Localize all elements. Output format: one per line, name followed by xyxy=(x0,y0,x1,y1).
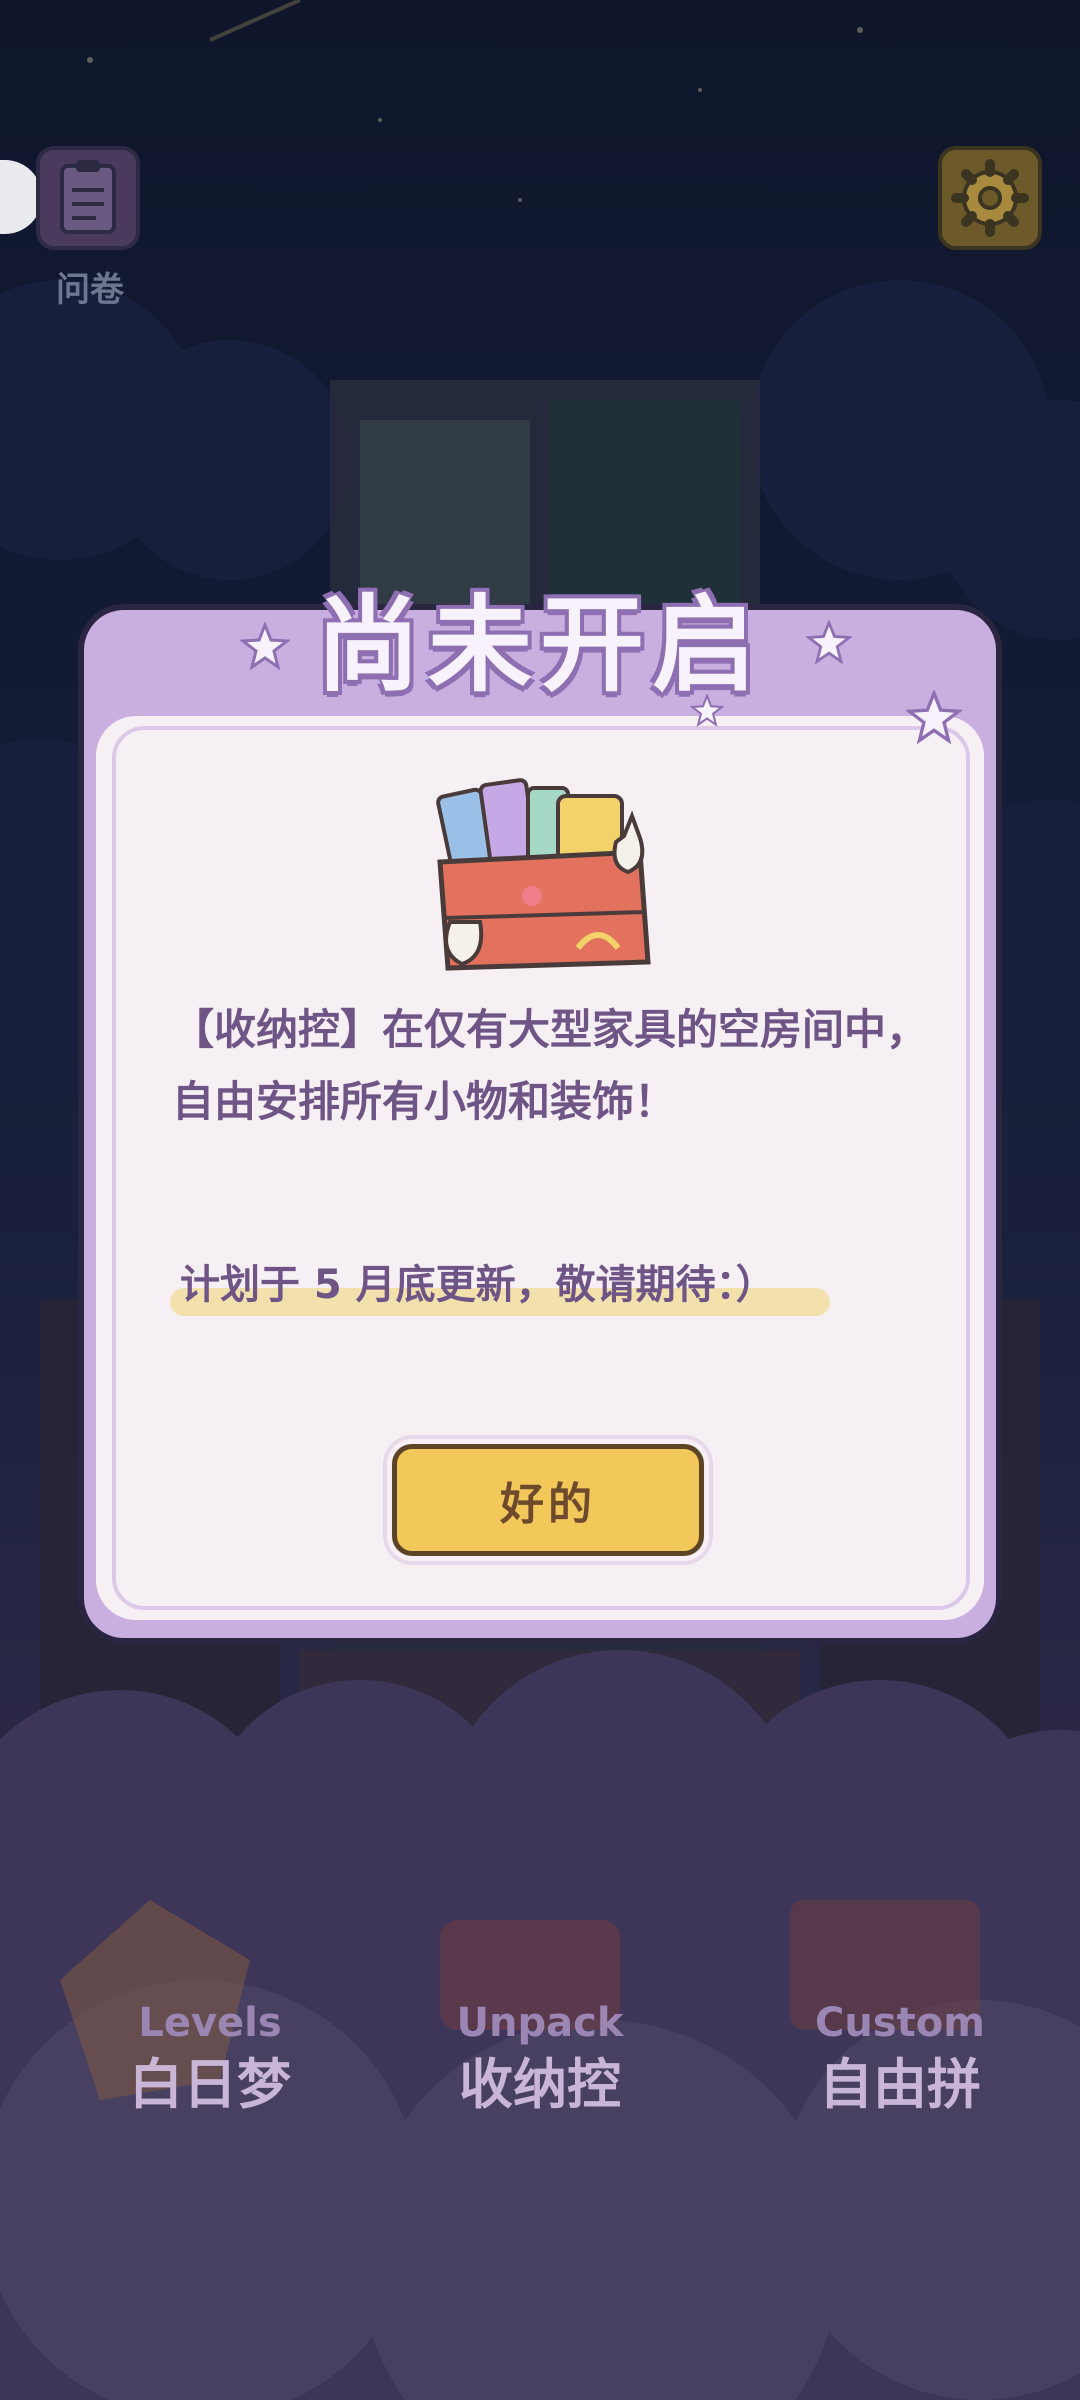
mode-custom-zh: 自由拼 xyxy=(819,2053,981,2116)
mode-unpack-button[interactable]: Unpack 收纳控 xyxy=(410,1900,670,2120)
mode-custom-button[interactable]: Custom 自由拼 xyxy=(770,1900,1030,2120)
mode-unpack-zh: 收纳控 xyxy=(459,2053,621,2116)
survey-button[interactable] xyxy=(36,146,140,250)
clipboard-icon xyxy=(60,160,116,234)
mode-levels-zh: 白日梦 xyxy=(129,2053,291,2116)
settings-button[interactable] xyxy=(938,146,1042,250)
mode-levels-button[interactable]: Levels 白日梦 xyxy=(80,1900,340,2120)
ok-button[interactable]: 好的 xyxy=(392,1444,704,1556)
gear-icon xyxy=(951,159,1029,237)
survey-label: 问卷 xyxy=(56,270,124,310)
dialog-plan-text: 计划于 5 月底更新，敬请期待：） xyxy=(180,1262,776,1308)
dialog-title: 尚未开启 xyxy=(315,584,764,706)
dialog-description: 【收纳控】在仅有大型家具的空房间中，自由安排所有小物和装饰！ xyxy=(172,1005,929,1126)
storage-box-icon xyxy=(436,778,651,971)
